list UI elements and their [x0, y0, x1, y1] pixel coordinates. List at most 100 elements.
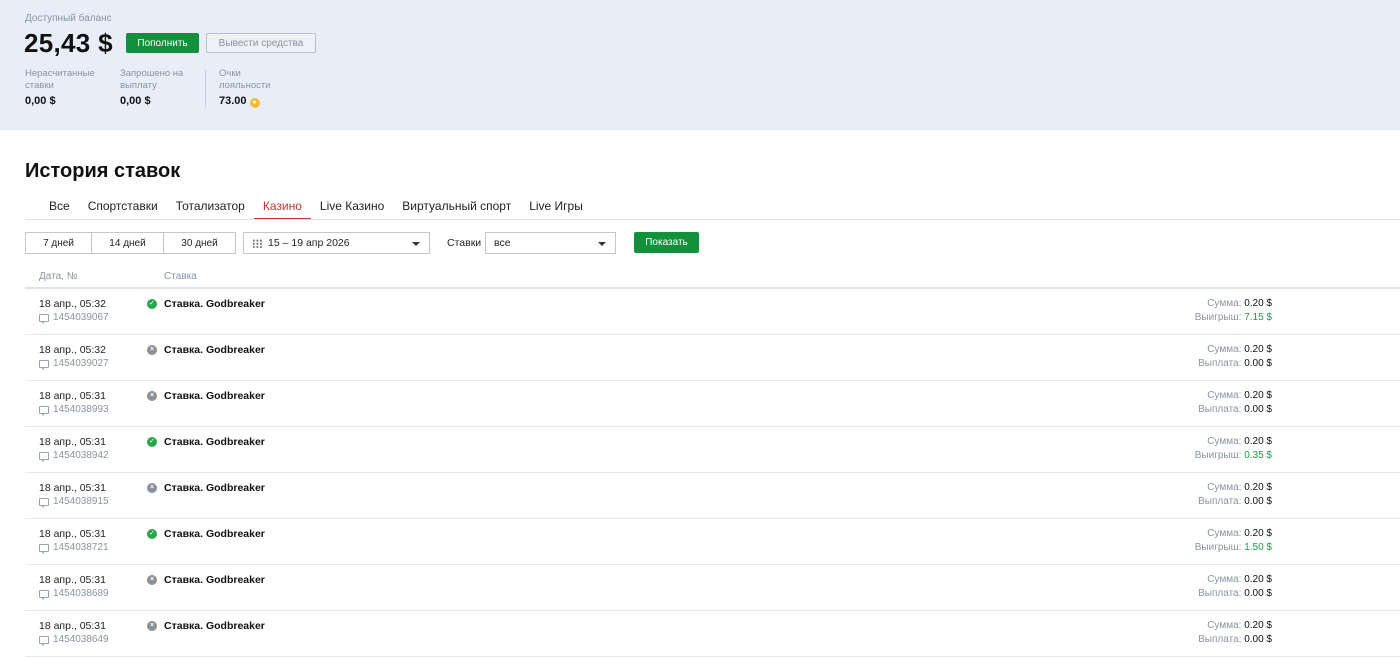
tab-all[interactable]: Все [40, 192, 79, 220]
bet-sum: Сумма: 0.20 $ [1207, 574, 1272, 585]
bet-id-wrap: 1454039067 [39, 312, 109, 324]
message-icon [39, 589, 49, 600]
date-range-select[interactable]: 15 – 19 апр 2026 [243, 232, 430, 254]
bet-payout: Выигрыш: 0.35 $ [1195, 450, 1272, 461]
stat-withdraw-requested: Запрошено на выплату 0,00 $ [120, 68, 210, 107]
bet-sum-value: 0.20 $ [1244, 298, 1272, 309]
loyalty-coin-icon: ● [249, 98, 260, 108]
bet-payout-value: 0.00 $ [1244, 358, 1272, 369]
bet-id: 1454038721 [53, 542, 109, 553]
bet-title[interactable]: Ставка. Godbreaker [164, 482, 265, 494]
bet-payout-value: 0.00 $ [1244, 634, 1272, 645]
bet-sum: Сумма: 0.20 $ [1207, 620, 1272, 631]
bets-filter-select[interactable]: все [485, 232, 616, 254]
table-row[interactable]: 18 апр., 05:31 1454038689 × Ставка. Godb… [25, 565, 1400, 611]
bets-filter-value: все [494, 237, 511, 249]
period-7-days-button[interactable]: 7 дней [25, 232, 92, 254]
bet-sum-value: 0.20 $ [1244, 482, 1272, 493]
stat-label: Запрошено на выплату [120, 68, 184, 91]
period-30-days-button[interactable]: 30 дней [163, 232, 236, 254]
bet-date: 18 апр., 05:31 [39, 390, 106, 402]
bet-title[interactable]: Ставка. Godbreaker [164, 620, 265, 632]
bet-id: 1454038993 [53, 404, 109, 415]
bet-payout: Выплата: 0.00 $ [1198, 358, 1272, 369]
bet-title[interactable]: Ставка. Godbreaker [164, 390, 265, 402]
bet-title[interactable]: Ставка. Godbreaker [164, 298, 265, 310]
table-row[interactable]: 18 апр., 05:32 1454039027 × Ставка. Godb… [25, 335, 1400, 381]
x-circle-icon: × [147, 621, 157, 631]
bet-payout-value: 7.15 $ [1244, 312, 1272, 323]
table-row[interactable]: 18 апр., 05:32 1454039067 ✓ Ставка. Godb… [25, 289, 1400, 335]
topup-button[interactable]: Пополнить [126, 33, 199, 53]
bet-sum-label: Сумма: [1207, 528, 1242, 539]
history-tabs: Все Спортставки Тотализатор Казино Live … [40, 192, 592, 220]
bet-sum: Сумма: 0.20 $ [1207, 298, 1272, 309]
period-14-days-button[interactable]: 14 дней [91, 232, 164, 254]
table-row[interactable]: 18 апр., 05:31 1454038721 ✓ Ставка. Godb… [25, 519, 1400, 565]
bet-sum: Сумма: 0.20 $ [1207, 344, 1272, 355]
bet-id: 1454038649 [53, 634, 109, 645]
bet-title[interactable]: Ставка. Godbreaker [164, 344, 265, 356]
bet-date: 18 апр., 05:31 [39, 574, 106, 586]
bet-sum-label: Сумма: [1207, 482, 1242, 493]
tab-sports[interactable]: Спортставки [79, 192, 167, 220]
x-circle-icon: × [147, 345, 157, 355]
bet-id-wrap: 1454038915 [39, 496, 109, 508]
bet-payout-value: 0.00 $ [1244, 588, 1272, 599]
tab-live-casino[interactable]: Live Казино [311, 192, 393, 220]
bet-payout-value: 0.00 $ [1244, 404, 1272, 415]
check-circle-icon: ✓ [147, 299, 157, 309]
calendar-icon [252, 238, 263, 248]
bet-sum-value: 0.20 $ [1244, 436, 1272, 447]
bet-sum-value: 0.20 $ [1244, 390, 1272, 401]
bet-title[interactable]: Ставка. Godbreaker [164, 574, 265, 586]
bet-date: 18 апр., 05:32 [39, 344, 106, 356]
bet-payout-label: Выигрыш: [1194, 450, 1242, 461]
bet-title[interactable]: Ставка. Godbreaker [164, 436, 265, 448]
bet-id-wrap: 1454039027 [39, 358, 109, 370]
bet-payout-label: Выигрыш: [1194, 542, 1242, 553]
bet-sum-label: Сумма: [1207, 436, 1242, 447]
tab-virtual-sport[interactable]: Виртуальный спорт [393, 192, 520, 220]
balance-amount: 25,43 $ [24, 28, 113, 58]
bet-payout-value: 0.35 $ [1244, 450, 1272, 461]
chevron-down-icon [412, 242, 420, 246]
stat-divider [205, 70, 206, 108]
x-circle-icon: × [147, 483, 157, 493]
stat-label: Нерасчитанные ставки [25, 68, 95, 91]
withdraw-button[interactable]: Вывести средства [206, 33, 316, 53]
bet-payout: Выплата: 0.00 $ [1198, 634, 1272, 645]
stat-value: 0,00 $ [120, 95, 151, 107]
message-icon [39, 405, 49, 416]
bets-filter-label: Ставки [447, 237, 482, 249]
table-row[interactable]: 18 апр., 05:31 1454038915 × Ставка. Godb… [25, 473, 1400, 519]
column-header-date: Дата, № [39, 271, 78, 282]
bet-title[interactable]: Ставка. Godbreaker [164, 528, 265, 540]
stat-loyalty: Очки лояльности 73.00 ● [219, 68, 279, 108]
message-icon [39, 313, 49, 324]
table-row[interactable]: 18 апр., 05:31 1454038993 × Ставка. Godb… [25, 381, 1400, 427]
bet-payout: Выплата: 0.00 $ [1198, 588, 1272, 599]
bet-date: 18 апр., 05:31 [39, 528, 106, 540]
period-group: 7 дней 14 дней 30 дней [25, 232, 236, 254]
bet-sum: Сумма: 0.20 $ [1207, 390, 1272, 401]
table-row[interactable]: 18 апр., 05:31 1454038649 × Ставка. Godb… [25, 611, 1400, 657]
tab-totalizator[interactable]: Тотализатор [167, 192, 254, 220]
tab-live-games[interactable]: Live Игры [520, 192, 592, 220]
bet-id-wrap: 1454038721 [39, 542, 109, 554]
bet-sum-label: Сумма: [1207, 574, 1242, 585]
bets-table: 18 апр., 05:32 1454039067 ✓ Ставка. Godb… [25, 289, 1400, 657]
bet-payout: Выплата: 0.00 $ [1198, 404, 1272, 415]
bet-id-wrap: 1454038993 [39, 404, 109, 416]
tab-casino[interactable]: Казино [253, 192, 311, 220]
stat-value: 0,00 $ [25, 95, 56, 107]
bet-id: 1454038689 [53, 588, 109, 599]
message-icon [39, 497, 49, 508]
bet-payout-value: 1.50 $ [1244, 542, 1272, 553]
bet-date: 18 апр., 05:31 [39, 620, 106, 632]
x-circle-icon: × [147, 575, 157, 585]
bet-id-wrap: 1454038942 [39, 450, 109, 462]
show-button[interactable]: Показать [634, 232, 699, 253]
table-row[interactable]: 18 апр., 05:31 1454038942 ✓ Ставка. Godb… [25, 427, 1400, 473]
tabs-divider [25, 219, 1400, 220]
